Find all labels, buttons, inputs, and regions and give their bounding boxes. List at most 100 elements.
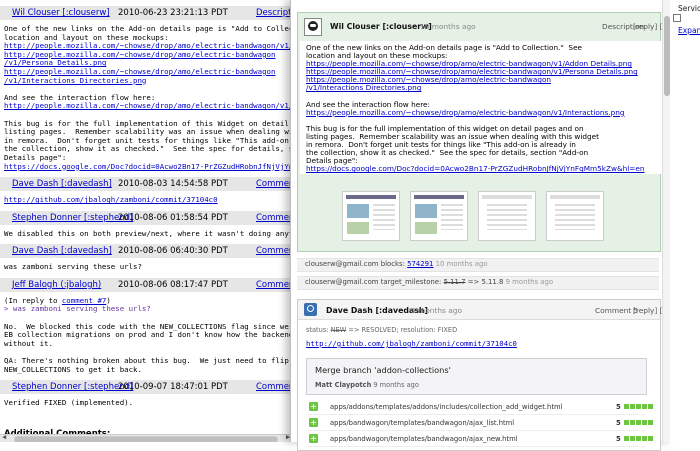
change-author[interactable]: clouserw@gmail.com [305,278,379,286]
merge-author: Matt Claypotch [315,381,372,389]
comment-card: Dave Dash [:davedash] 9 months ago Comme… [297,299,668,451]
diffstat-add-icon [636,436,641,441]
comment-author[interactable]: Wil Clouser [:clouserw] [330,22,432,31]
diffstat-add-icon [642,420,647,425]
diffstat-add-icon [642,404,647,409]
comment-body: Verified FIXED (implemented). [0,394,295,408]
scrollbar-thumb[interactable] [14,436,278,442]
attachment-thumbnail[interactable] [410,191,468,241]
diffstat-add-icon [636,404,641,409]
attachment-thumbnail[interactable] [342,191,400,241]
user-face-icon [308,21,318,31]
right-sidebar: Services Expand [670,0,700,442]
changed-file-name[interactable]: apps/addons/templates/addons/includes/co… [330,403,563,411]
change-author[interactable]: clouserw@gmail.com [305,260,379,268]
diffstat-add-icon [642,436,647,441]
comment-time: 10 months ago [420,22,476,31]
diffstat-add-icon [648,404,653,409]
comment-header: Dave Dash [:davedash] 2010-08-06 06:40:30… [0,244,295,259]
comment-text: was zamboni serving these urls? [4,262,142,272]
description-link[interactable]: https://people.mozilla.com/~chowse/drop/… [306,108,625,117]
comment-author[interactable]: Stephen Donner [:stephend] [12,380,133,394]
merge-byline: Matt Claypotch 9 months ago [315,381,419,389]
comment-body: http://github.com/jbalogh/zamboni/commit… [0,191,295,205]
comment-header: Wil Clouser [:clouserw] 2010-06-23 23:21:… [0,6,295,20]
comment-text: Verified FIXED (implemented). [4,398,134,408]
comment-header: Dave Dash [:davedash] 2010-08-03 14:54:58… [0,177,295,192]
description-body: One of the new links on the Add-on detai… [300,41,661,174]
comment-header: Stephen Donner [:stephend] 2010-09-07 18:… [0,380,295,395]
comment-link[interactable]: https://docs.google.com/Doc?docid=0Acwo2… [4,162,295,171]
changed-file-row: + apps/bandwagon/templates/bandwagon/ajax… [306,416,653,431]
comment-author[interactable]: Dave Dash [:davedash] [12,244,112,258]
description-link[interactable]: /v1/Interactions Directories.png [306,83,421,92]
comment-link[interactable]: http://github.com/jbalogh/zamboni/commit… [4,195,218,204]
description-card: Wil Clouser [:clouserw] 10 months ago De… [297,12,668,252]
avatar [304,303,317,316]
change-field: blocks: [380,260,405,268]
comment-text: > was zamboni serving these urls? [4,304,151,314]
comment-time: 2010-09-07 18:47:01 PDT [118,382,228,393]
comment-header: Wil Clouser [:clouserw] 10 months ago De… [298,13,668,39]
comment-body: (In reply to comment #7) > was zamboni s… [0,292,295,374]
comment-body: One of the new links on the Add-on detai… [0,20,295,171]
user-icon [307,305,314,312]
comment-link[interactable]: /v1/Interactions Directories.png [4,76,146,85]
comment-time: 2010-08-03 14:54:58 PDT [118,179,228,190]
comment-author[interactable]: Dave Dash [:davedash] [12,177,112,191]
comment-author[interactable]: Jeff Balogh (:jbalogh) [12,278,101,292]
merge-time: 9 months ago [373,381,419,389]
changed-file-row: + apps/addons/templates/addons/includes/c… [306,400,653,415]
comment-text: We disabled this on both preview/next, w… [4,228,295,238]
diffstat-add-icon [630,404,635,409]
comment-text: NEW_COLLECTIONS to get it back. [4,364,142,374]
comment-link[interactable]: http://people.mozilla.com/~chowse/drop/a… [4,101,295,111]
changed-file-row: + apps/bandwagon/templates/bandwagon/ajax… [306,432,653,447]
new-status: => RESOLVED; resolution: FIXED [348,326,458,334]
bug-overlay-pane: Wil Clouser [:clouserw] 10 months ago De… [290,0,671,451]
lines-changed-count: 5 [616,403,621,411]
lines-changed-count: 5 [616,419,621,427]
attachment-thumbnail[interactable] [478,191,536,241]
new-value: 5.11.8 [481,278,504,286]
milestone-change: clouserw@gmail.com target_milestone: 5.1… [305,278,553,286]
comment-time: 2010-08-06 06:40:30 PDT [118,246,228,257]
comment-header: Jeff Balogh (:jbalogh) 2010-08-06 08:17:4… [0,277,295,292]
changed-file-name[interactable]: apps/bandwagon/templates/bandwagon/ajax_… [330,419,514,427]
attachment-thumbnail[interactable] [546,191,604,241]
added-file-icon: + [309,402,318,411]
services-label: Services [678,4,700,13]
added-file-icon: + [309,418,318,427]
comment-author[interactable]: Wil Clouser [:clouserw] [12,6,110,20]
comment-author[interactable]: Stephen Donner [:stephend] [12,211,133,225]
status-label: status: [306,326,329,334]
merge-title: Merge branch 'addon-collections' [315,365,451,375]
comment-header: Stephen Donner [:stephend] 2010-08-06 01:… [0,210,295,225]
merge-commit-box: Merge branch 'addon-collections' Matt Cl… [306,358,647,395]
avatar [304,18,322,36]
blocks-bug-link[interactable]: 574291 [407,260,433,268]
comment-number-link[interactable]: Comment 5 [595,306,638,315]
diffstat-add-icon [624,420,629,425]
diffstat-add-icon [630,420,635,425]
comment-time: 2010-08-06 01:58:54 PDT [118,212,228,223]
comment-time: 2010-08-06 08:17:47 PDT [118,279,228,290]
horizontal-scrollbar[interactable]: ◀ ▶ [0,433,295,442]
commit-link[interactable]: http://github.com/jbalogh/zamboni/commit… [306,339,517,348]
diffstat-add-icon [648,420,653,425]
status-change: status: NEW => RESOLVED; resolution: FIX… [306,326,457,334]
comment-time: 9 months ago [411,306,462,315]
diffstat-add-icon [624,436,629,441]
diffstat-add-icon [630,436,635,441]
services-checkbox[interactable] [673,14,681,22]
expand-link[interactable]: Expand [678,26,700,35]
comment-header: Dave Dash [:davedash] 9 months ago Comme… [298,300,668,320]
diffstat-add-icon [648,436,653,441]
change-field: target_milestone: [380,278,442,286]
description-link[interactable]: https://docs.google.com/Doc?docid=0Acwo2… [306,164,645,173]
comment-list: Wil Clouser [:clouserw] 2010-06-23 23:21:… [0,6,295,408]
scroll-left-icon[interactable]: ◀ [2,433,6,441]
change-time: 10 months ago [435,260,488,268]
old-value: 5.11.7 [443,278,466,286]
change-time: 9 months ago [505,278,554,286]
